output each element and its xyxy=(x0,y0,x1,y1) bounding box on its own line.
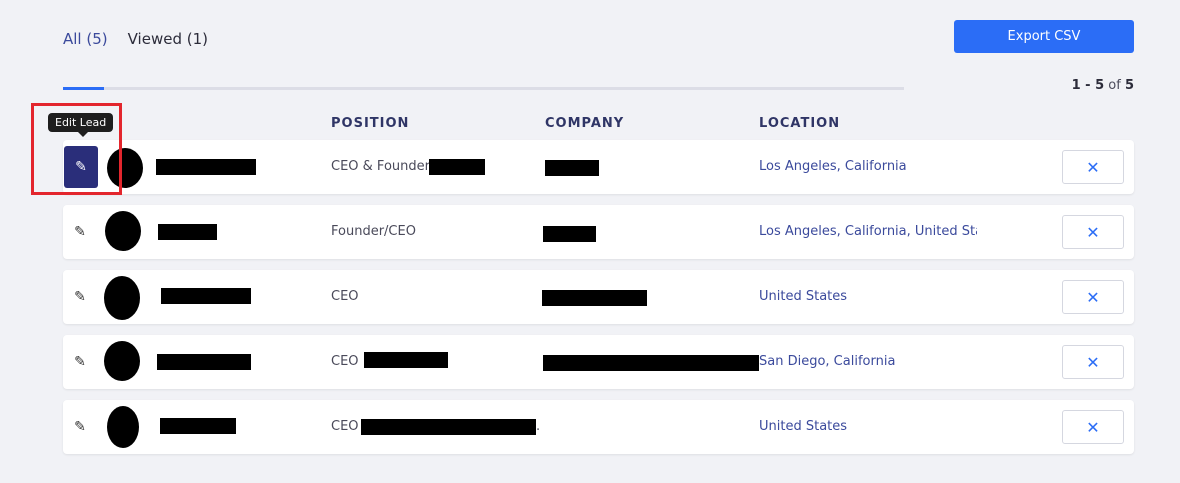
location-text: San Diego, California xyxy=(759,354,896,369)
pagination-of: of xyxy=(1108,78,1121,93)
location-text: Los Angeles, California xyxy=(759,159,907,174)
table-row: ✎ CEO United States ✕ xyxy=(63,270,1134,324)
pencil-icon: ✎ xyxy=(74,289,86,305)
close-icon: ✕ xyxy=(1086,157,1100,177)
redacted-name xyxy=(160,418,236,434)
redacted-name xyxy=(157,354,251,370)
redacted-position xyxy=(361,419,536,435)
remove-lead-button[interactable]: ✕ xyxy=(1062,410,1124,444)
table-row: ✎ CEO & Founder Los Angeles, California … xyxy=(63,140,1134,194)
tab-all[interactable]: All (5) xyxy=(63,30,108,48)
pencil-icon: ✎ xyxy=(74,354,86,370)
edit-lead-button[interactable]: ✎ xyxy=(63,270,97,324)
close-icon: ✕ xyxy=(1086,417,1100,437)
pagination-total: 5 xyxy=(1124,78,1134,93)
position-text: Founder/CEO xyxy=(331,224,416,239)
avatar xyxy=(104,341,140,381)
remove-lead-button[interactable]: ✕ xyxy=(1062,215,1124,249)
redacted-name xyxy=(158,224,217,240)
redacted-name xyxy=(161,288,251,304)
company-suffix: . xyxy=(536,419,541,434)
column-header-company: COMPANY xyxy=(545,116,625,131)
pencil-icon: ✎ xyxy=(74,419,86,435)
avatar xyxy=(104,276,140,320)
edit-lead-tooltip: Edit Lead xyxy=(48,113,114,137)
remove-lead-button[interactable]: ✕ xyxy=(1062,345,1124,379)
redacted-company xyxy=(543,226,596,242)
close-icon: ✕ xyxy=(1086,222,1100,242)
edit-lead-button[interactable]: ✎ xyxy=(63,205,97,259)
pagination-range: 1 - 5 xyxy=(1071,78,1105,93)
edit-lead-button[interactable]: ✎ xyxy=(63,335,97,389)
close-icon: ✕ xyxy=(1086,287,1100,307)
table-row: ✎ CEO San Diego, California ✕ xyxy=(63,335,1134,389)
redacted-name xyxy=(156,159,256,175)
remove-lead-button[interactable]: ✕ xyxy=(1062,280,1124,314)
tab-underline-track xyxy=(63,87,904,90)
redacted-company xyxy=(542,290,647,306)
redacted-company xyxy=(543,355,759,371)
tab-viewed[interactable]: Viewed (1) xyxy=(128,30,208,48)
table-row: ✎ Founder/CEO Los Angeles, California, U… xyxy=(63,205,1134,259)
redacted-position xyxy=(429,159,485,175)
edit-lead-button[interactable]: ✎ xyxy=(63,400,97,454)
export-csv-button[interactable]: Export CSV xyxy=(954,20,1134,53)
edit-lead-button[interactable]: ✎ xyxy=(64,146,98,188)
column-header-location: LOCATION xyxy=(759,116,841,131)
remove-lead-button[interactable]: ✕ xyxy=(1062,150,1124,184)
pencil-icon: ✎ xyxy=(75,159,87,175)
position-text: CEO xyxy=(331,354,359,369)
redacted-position xyxy=(364,352,448,368)
close-icon: ✕ xyxy=(1086,352,1100,372)
tab-underline-active xyxy=(63,87,104,90)
position-text: CEO xyxy=(331,419,359,434)
avatar xyxy=(105,211,141,251)
pagination-info: 1 - 5 of 5 xyxy=(1072,78,1134,93)
pencil-icon: ✎ xyxy=(74,224,86,240)
position-text: CEO & Founder xyxy=(331,159,430,174)
avatar xyxy=(107,406,139,448)
location-text: United States xyxy=(759,419,848,434)
location-text: United States xyxy=(759,289,848,304)
redacted-company xyxy=(545,160,599,176)
location-text: Los Angeles, California, United Stat xyxy=(759,224,977,239)
table-row: ✎ CEO . United States ✕ xyxy=(63,400,1134,454)
column-header-position: POSITION xyxy=(331,116,410,131)
position-text: CEO xyxy=(331,289,359,304)
avatar xyxy=(107,148,143,188)
